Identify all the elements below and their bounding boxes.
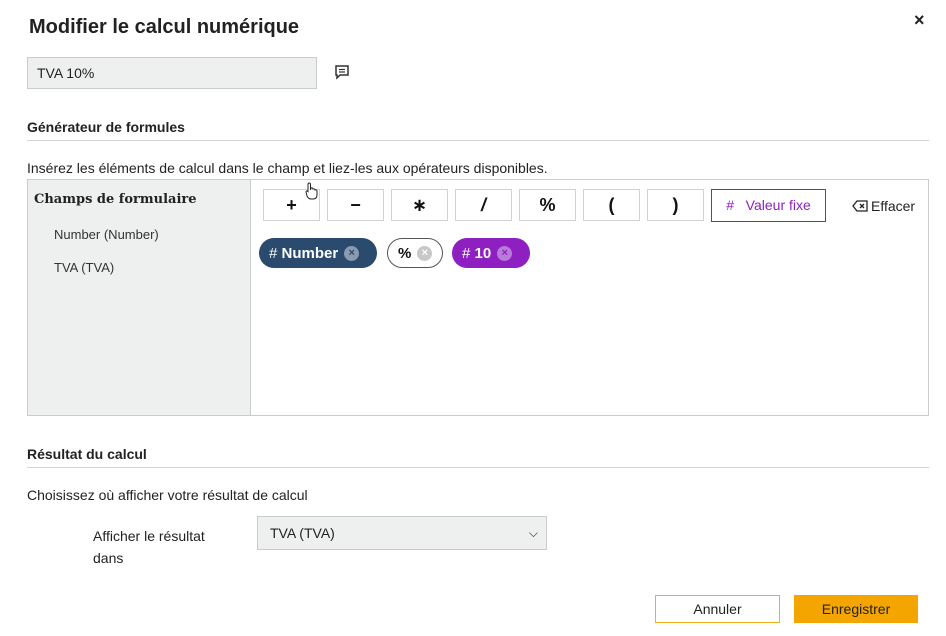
hand-cursor-icon: [305, 182, 318, 200]
token-label: %: [398, 244, 412, 262]
formula-token-number[interactable]: # Number ×: [259, 238, 377, 268]
result-section-title: Résultat du calcul: [27, 446, 147, 462]
formula-builder: Champs de formulaire Number (Number) TVA…: [27, 179, 929, 416]
display-result-label-line1: Afficher le résultat: [93, 528, 205, 544]
result-field-select[interactable]: TVA (TVA) ⌵: [257, 516, 547, 550]
operator-open-paren-button[interactable]: (: [583, 189, 640, 221]
operator-multiply-button[interactable]: ∗: [391, 189, 448, 221]
remove-token-icon[interactable]: ×: [497, 245, 513, 261]
remove-token-icon[interactable]: ×: [417, 245, 433, 261]
cancel-button[interactable]: Annuler: [655, 595, 780, 623]
divider: [27, 467, 929, 468]
formula-section-title: Générateur de formules: [27, 119, 185, 135]
comment-icon[interactable]: [334, 64, 350, 80]
fixed-value-button[interactable]: # Valeur fixe: [711, 189, 826, 222]
clear-button[interactable]: Effacer: [852, 198, 915, 214]
dialog-title: Modifier le calcul numérique: [29, 16, 300, 38]
divider: [27, 140, 929, 141]
field-item-tva[interactable]: TVA (TVA): [54, 260, 114, 275]
backspace-icon: [852, 200, 868, 212]
hash-icon: #: [726, 197, 734, 213]
formula-token-fixed-value[interactable]: # 10 ×: [452, 238, 530, 268]
formula-token-percent[interactable]: % ×: [387, 238, 443, 268]
hash-icon: #: [269, 244, 278, 262]
operator-percent-button[interactable]: %: [519, 189, 576, 221]
remove-token-icon[interactable]: ×: [344, 245, 360, 261]
result-instruction: Choisissez où afficher votre résultat de…: [27, 487, 308, 503]
calculation-name-input[interactable]: TVA 10%: [27, 57, 317, 89]
clear-label: Effacer: [871, 198, 916, 214]
hash-icon: #: [462, 244, 471, 262]
fixed-value-label: Valeur fixe: [745, 197, 811, 213]
operator-minus-button[interactable]: −: [327, 189, 384, 221]
chevron-down-icon: ⌵: [528, 526, 538, 540]
form-fields-title: Champs de formulaire: [34, 192, 197, 207]
operator-close-paren-button[interactable]: ): [647, 189, 704, 221]
display-result-label-line2: dans: [93, 550, 124, 566]
close-icon[interactable]: ×: [914, 10, 925, 31]
operator-divide-button[interactable]: /: [455, 189, 512, 221]
formula-instruction: Insérez les éléments de calcul dans le c…: [27, 160, 548, 176]
form-fields-pane: Champs de formulaire Number (Number) TVA…: [28, 180, 251, 415]
field-item-number[interactable]: Number (Number): [54, 227, 159, 242]
token-label: 10: [474, 244, 492, 262]
selected-value: TVA (TVA): [270, 525, 335, 541]
token-label: Number: [281, 244, 339, 262]
save-button[interactable]: Enregistrer: [794, 595, 918, 623]
